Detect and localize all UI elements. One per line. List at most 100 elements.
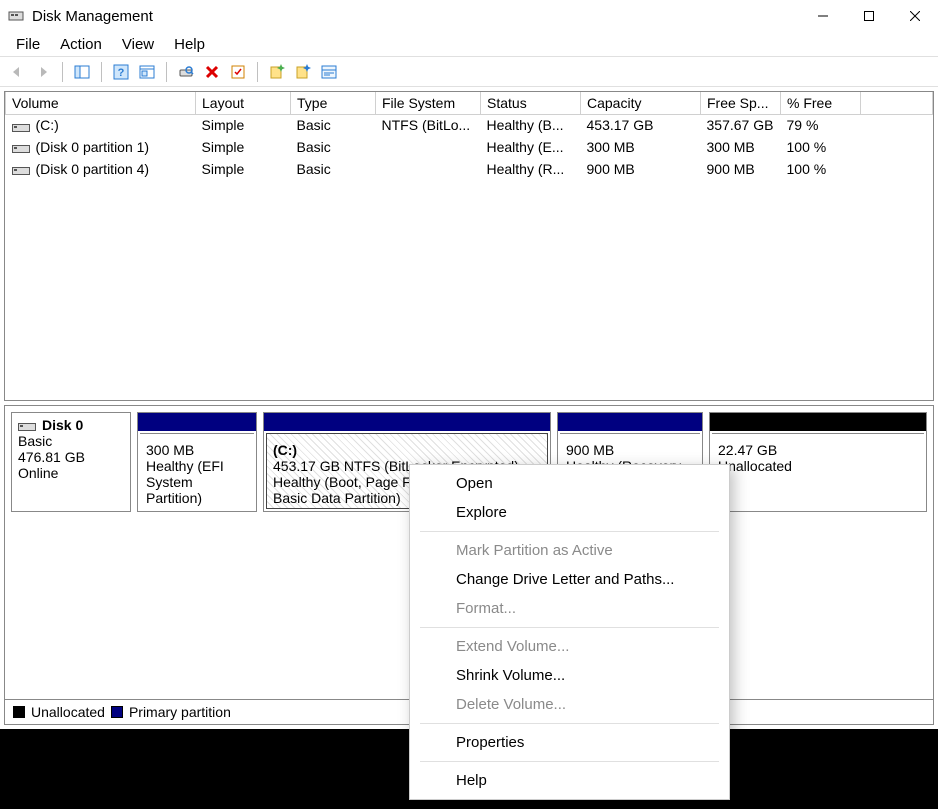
back-button[interactable]: [6, 61, 28, 83]
cell-pct: 79 %: [781, 114, 861, 136]
toolbar-separator: [101, 62, 102, 82]
partition-header: [710, 413, 926, 431]
table-row[interactable]: (C:) SimpleBasicNTFS (BitLo...Healthy (B.…: [6, 114, 933, 136]
cell-fs: [376, 136, 481, 158]
volumes-grid[interactable]: Volume Layout Type File System Status Ca…: [4, 91, 934, 401]
context-item: Format...: [410, 594, 729, 623]
context-separator: [420, 761, 719, 762]
partition-box[interactable]: 300 MBHealthy (EFI System Partition): [137, 412, 257, 512]
new-striped-button[interactable]: [292, 61, 314, 83]
legend-swatch-unallocated: [13, 706, 25, 718]
properties-button[interactable]: [136, 61, 158, 83]
col-capacity[interactable]: Capacity: [581, 92, 701, 114]
cell-layout: Simple: [196, 158, 291, 180]
col-pct[interactable]: % Free: [781, 92, 861, 114]
close-button[interactable]: [892, 0, 938, 32]
maximize-button[interactable]: [846, 0, 892, 32]
disk-type: Basic: [18, 433, 52, 449]
toolbar-separator: [166, 62, 167, 82]
cell-capacity: 300 MB: [581, 136, 701, 158]
show-hide-tree-button[interactable]: [71, 61, 93, 83]
table-row[interactable]: (Disk 0 partition 4) SimpleBasic Healthy (…: [6, 158, 933, 180]
menu-file[interactable]: File: [6, 34, 50, 55]
cell-type: Basic: [291, 136, 376, 158]
toolbar: ?: [0, 56, 938, 86]
disk-state: Online: [18, 465, 58, 481]
partition-name: (C:): [273, 442, 297, 458]
cell-capacity: 900 MB: [581, 158, 701, 180]
cell-type: Basic: [291, 158, 376, 180]
context-item[interactable]: Properties: [410, 728, 729, 757]
context-item: Delete Volume...: [410, 690, 729, 719]
partition-header: [138, 413, 256, 431]
col-free[interactable]: Free Sp...: [701, 92, 781, 114]
legend-primary: Primary partition: [129, 704, 231, 720]
window: Disk Management File Action View Help ?: [0, 0, 938, 729]
cell-free: 900 MB: [701, 158, 781, 180]
context-item: Extend Volume...: [410, 632, 729, 661]
partition-header: [264, 413, 550, 431]
delete-button[interactable]: [201, 61, 223, 83]
table-row[interactable]: (Disk 0 partition 1)SimpleBasicHealthy (…: [6, 136, 933, 158]
partition-line1: 22.47 GB: [718, 442, 777, 458]
partition-body: 300 MBHealthy (EFI System Partition): [140, 433, 254, 509]
new-spanned-button[interactable]: [266, 61, 288, 83]
partition-line2: Healthy (EFI System Partition): [146, 458, 224, 506]
menu-view[interactable]: View: [112, 34, 164, 55]
cell-free: 300 MB: [701, 136, 781, 158]
context-separator: [420, 723, 719, 724]
app-icon: [8, 8, 24, 24]
col-type[interactable]: Type: [291, 92, 376, 114]
cell-fs: NTFS (BitLo...: [376, 114, 481, 136]
partition-line1: 300 MB: [146, 442, 194, 458]
settings-button[interactable]: [318, 61, 340, 83]
legend-swatch-primary: [111, 706, 123, 718]
action-button[interactable]: [227, 61, 249, 83]
menu-action[interactable]: Action: [50, 34, 112, 55]
disk-size: 476.81 GB: [18, 449, 85, 465]
volumes-table: Volume Layout Type File System Status Ca…: [5, 92, 933, 180]
cell-layout: Simple: [196, 114, 291, 136]
titlebar: Disk Management: [0, 0, 938, 32]
columns-row: Volume Layout Type File System Status Ca…: [6, 92, 933, 114]
forward-button[interactable]: [32, 61, 54, 83]
disk-icon: [18, 420, 36, 432]
context-menu[interactable]: OpenExploreMark Partition as ActiveChang…: [409, 464, 730, 800]
cell-status: Healthy (R...: [481, 158, 581, 180]
context-item[interactable]: Open: [410, 469, 729, 498]
partition-line1: 900 MB: [566, 442, 614, 458]
volume-icon: [12, 142, 30, 154]
cell-status: Healthy (E...: [481, 136, 581, 158]
window-controls: [800, 0, 938, 32]
legend-unallocated: Unallocated: [31, 704, 105, 720]
cell-layout: Simple: [196, 136, 291, 158]
volume-icon: [12, 121, 30, 133]
window-title: Disk Management: [32, 8, 153, 25]
disk-info[interactable]: Disk 0 Basic 476.81 GB Online: [11, 412, 131, 512]
context-item[interactable]: Change Drive Letter and Paths...: [410, 565, 729, 594]
menu-help[interactable]: Help: [164, 34, 215, 55]
col-fs[interactable]: File System: [376, 92, 481, 114]
toolbar-separator: [62, 62, 63, 82]
col-volume[interactable]: Volume: [6, 92, 196, 114]
context-item[interactable]: Explore: [410, 498, 729, 527]
context-item[interactable]: Help: [410, 766, 729, 795]
partition-body: 22.47 GBUnallocated: [712, 433, 924, 509]
cell-capacity: 453.17 GB: [581, 114, 701, 136]
help-button[interactable]: ?: [110, 61, 132, 83]
cell-pct: 100 %: [781, 136, 861, 158]
cell-volume: (C:): [36, 117, 59, 133]
toolbar-separator: [257, 62, 258, 82]
volume-icon: [12, 164, 30, 176]
minimize-button[interactable]: [800, 0, 846, 32]
partition-box[interactable]: 22.47 GBUnallocated: [709, 412, 927, 512]
col-layout[interactable]: Layout: [196, 92, 291, 114]
col-status[interactable]: Status: [481, 92, 581, 114]
cell-status: Healthy (B...: [481, 114, 581, 136]
cell-volume: (Disk 0 partition 4): [36, 161, 150, 177]
refresh-button[interactable]: [175, 61, 197, 83]
svg-text:?: ?: [118, 67, 125, 79]
cell-type: Basic: [291, 114, 376, 136]
context-item[interactable]: Shrink Volume...: [410, 661, 729, 690]
context-separator: [420, 627, 719, 628]
